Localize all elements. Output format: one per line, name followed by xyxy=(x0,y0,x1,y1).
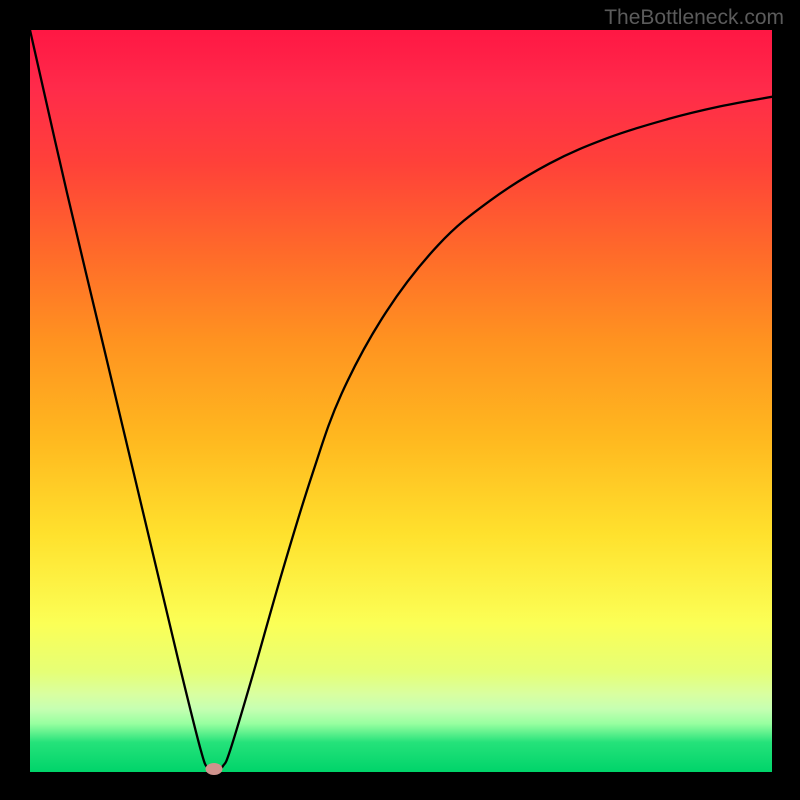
bottleneck-curve xyxy=(30,30,772,772)
chart-svg xyxy=(30,30,772,772)
canvas: TheBottleneck.com xyxy=(0,0,800,800)
min-marker xyxy=(206,763,223,775)
attribution-text: TheBottleneck.com xyxy=(604,6,784,30)
